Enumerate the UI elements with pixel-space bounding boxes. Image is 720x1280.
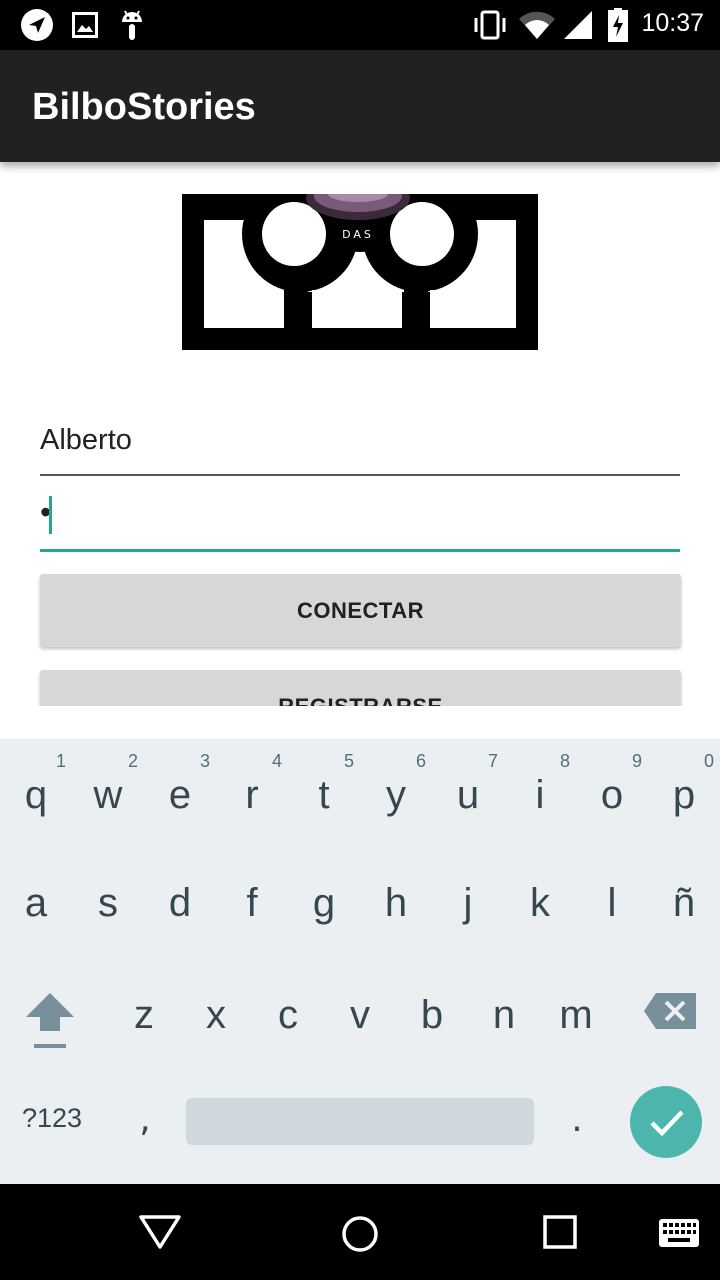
key-a[interactable]: a — [0, 881, 72, 926]
username-value: Alberto — [40, 424, 132, 456]
key-label: i — [535, 773, 545, 817]
key-y[interactable]: y6 — [360, 751, 432, 818]
text-cursor — [49, 496, 52, 534]
recents-icon[interactable] — [542, 1214, 578, 1254]
key-label: w — [93, 773, 123, 817]
key-hint: 8 — [559, 751, 570, 771]
clock-time: 10:37 — [641, 9, 704, 37]
enter-key[interactable] — [630, 1086, 702, 1158]
keyboard-switch-icon[interactable] — [658, 1218, 700, 1252]
username-field[interactable]: Alberto — [40, 414, 680, 476]
period-key[interactable]: . — [562, 1099, 592, 1140]
login-form: DAS Alberto • CONECTAR REGISTRARSE — [0, 162, 720, 706]
key-d[interactable]: d — [144, 881, 216, 926]
key-c[interactable]: c — [252, 993, 324, 1038]
navigation-icon — [20, 8, 54, 46]
key-label: y — [386, 773, 406, 817]
key-ñ[interactable]: ñ — [648, 881, 720, 926]
key-w[interactable]: w2 — [72, 751, 144, 818]
key-h[interactable]: h — [360, 881, 432, 926]
key-e[interactable]: e3 — [144, 751, 216, 818]
key-hint: 4 — [271, 751, 282, 771]
vibrate-icon — [472, 10, 508, 44]
key-label: o — [600, 773, 624, 817]
key-b[interactable]: b — [396, 993, 468, 1038]
key-q[interactable]: q1 — [0, 751, 72, 818]
password-field[interactable]: • — [40, 488, 680, 552]
key-s[interactable]: s — [72, 881, 144, 926]
key-z[interactable]: z — [108, 993, 180, 1038]
key-x[interactable]: x — [180, 993, 252, 1038]
comma-key[interactable]: , — [130, 1099, 160, 1140]
key-label: r — [245, 773, 259, 817]
connect-button[interactable]: CONECTAR — [40, 574, 681, 647]
key-label: p — [672, 773, 696, 817]
key-t[interactable]: t5 — [288, 751, 360, 818]
key-r[interactable]: r4 — [216, 751, 288, 818]
key-label: q — [24, 773, 48, 817]
key-hint: 6 — [415, 751, 426, 771]
key-label: u — [456, 773, 480, 817]
key-n[interactable]: n — [468, 993, 540, 1038]
key-hint: 5 — [343, 751, 354, 771]
signal-icon — [562, 10, 594, 44]
key-label: t — [318, 773, 330, 817]
key-hint: 3 — [199, 751, 210, 771]
key-p[interactable]: p0 — [648, 751, 720, 818]
symbols-key[interactable]: ?123 — [22, 1103, 82, 1134]
key-v[interactable]: v — [324, 993, 396, 1038]
key-hint: 9 — [631, 751, 642, 771]
navigation-bar — [0, 1184, 720, 1280]
backspace-key[interactable] — [642, 991, 698, 1031]
shift-key[interactable] — [22, 989, 78, 1053]
key-m[interactable]: m — [540, 993, 612, 1038]
checkmark-icon — [650, 1110, 684, 1137]
key-hint: 1 — [55, 751, 66, 771]
key-l[interactable]: l — [576, 881, 648, 926]
key-hint: 2 — [127, 751, 138, 771]
key-hint: 7 — [487, 751, 498, 771]
key-j[interactable]: j — [432, 881, 504, 926]
space-key[interactable] — [186, 1098, 534, 1145]
app-title: BilboStories — [32, 86, 256, 128]
wifi-icon — [518, 10, 556, 44]
key-k[interactable]: k — [504, 881, 576, 926]
key-g[interactable]: g — [288, 881, 360, 926]
image-icon — [72, 12, 98, 42]
key-o[interactable]: o9 — [576, 751, 648, 818]
key-hint: 0 — [703, 751, 714, 771]
home-icon[interactable] — [340, 1214, 380, 1258]
register-button[interactable]: REGISTRARSE — [40, 670, 681, 706]
app-bar: BilboStories — [0, 50, 720, 162]
android-icon — [118, 8, 146, 46]
logo-text: DAS — [342, 228, 374, 241]
key-label: e — [168, 773, 192, 817]
key-u[interactable]: u7 — [432, 751, 504, 818]
key-i[interactable]: i8 — [504, 751, 576, 818]
back-icon[interactable] — [138, 1214, 182, 1254]
battery-charging-icon — [608, 8, 628, 46]
status-bar: 10:37 — [0, 0, 720, 50]
key-f[interactable]: f — [216, 881, 288, 926]
soft-keyboard: q1w2e3r4t5y6u7i8o9p0 asdfghjklñ zxcvbnm … — [0, 739, 720, 1184]
app-logo: DAS — [182, 162, 538, 350]
